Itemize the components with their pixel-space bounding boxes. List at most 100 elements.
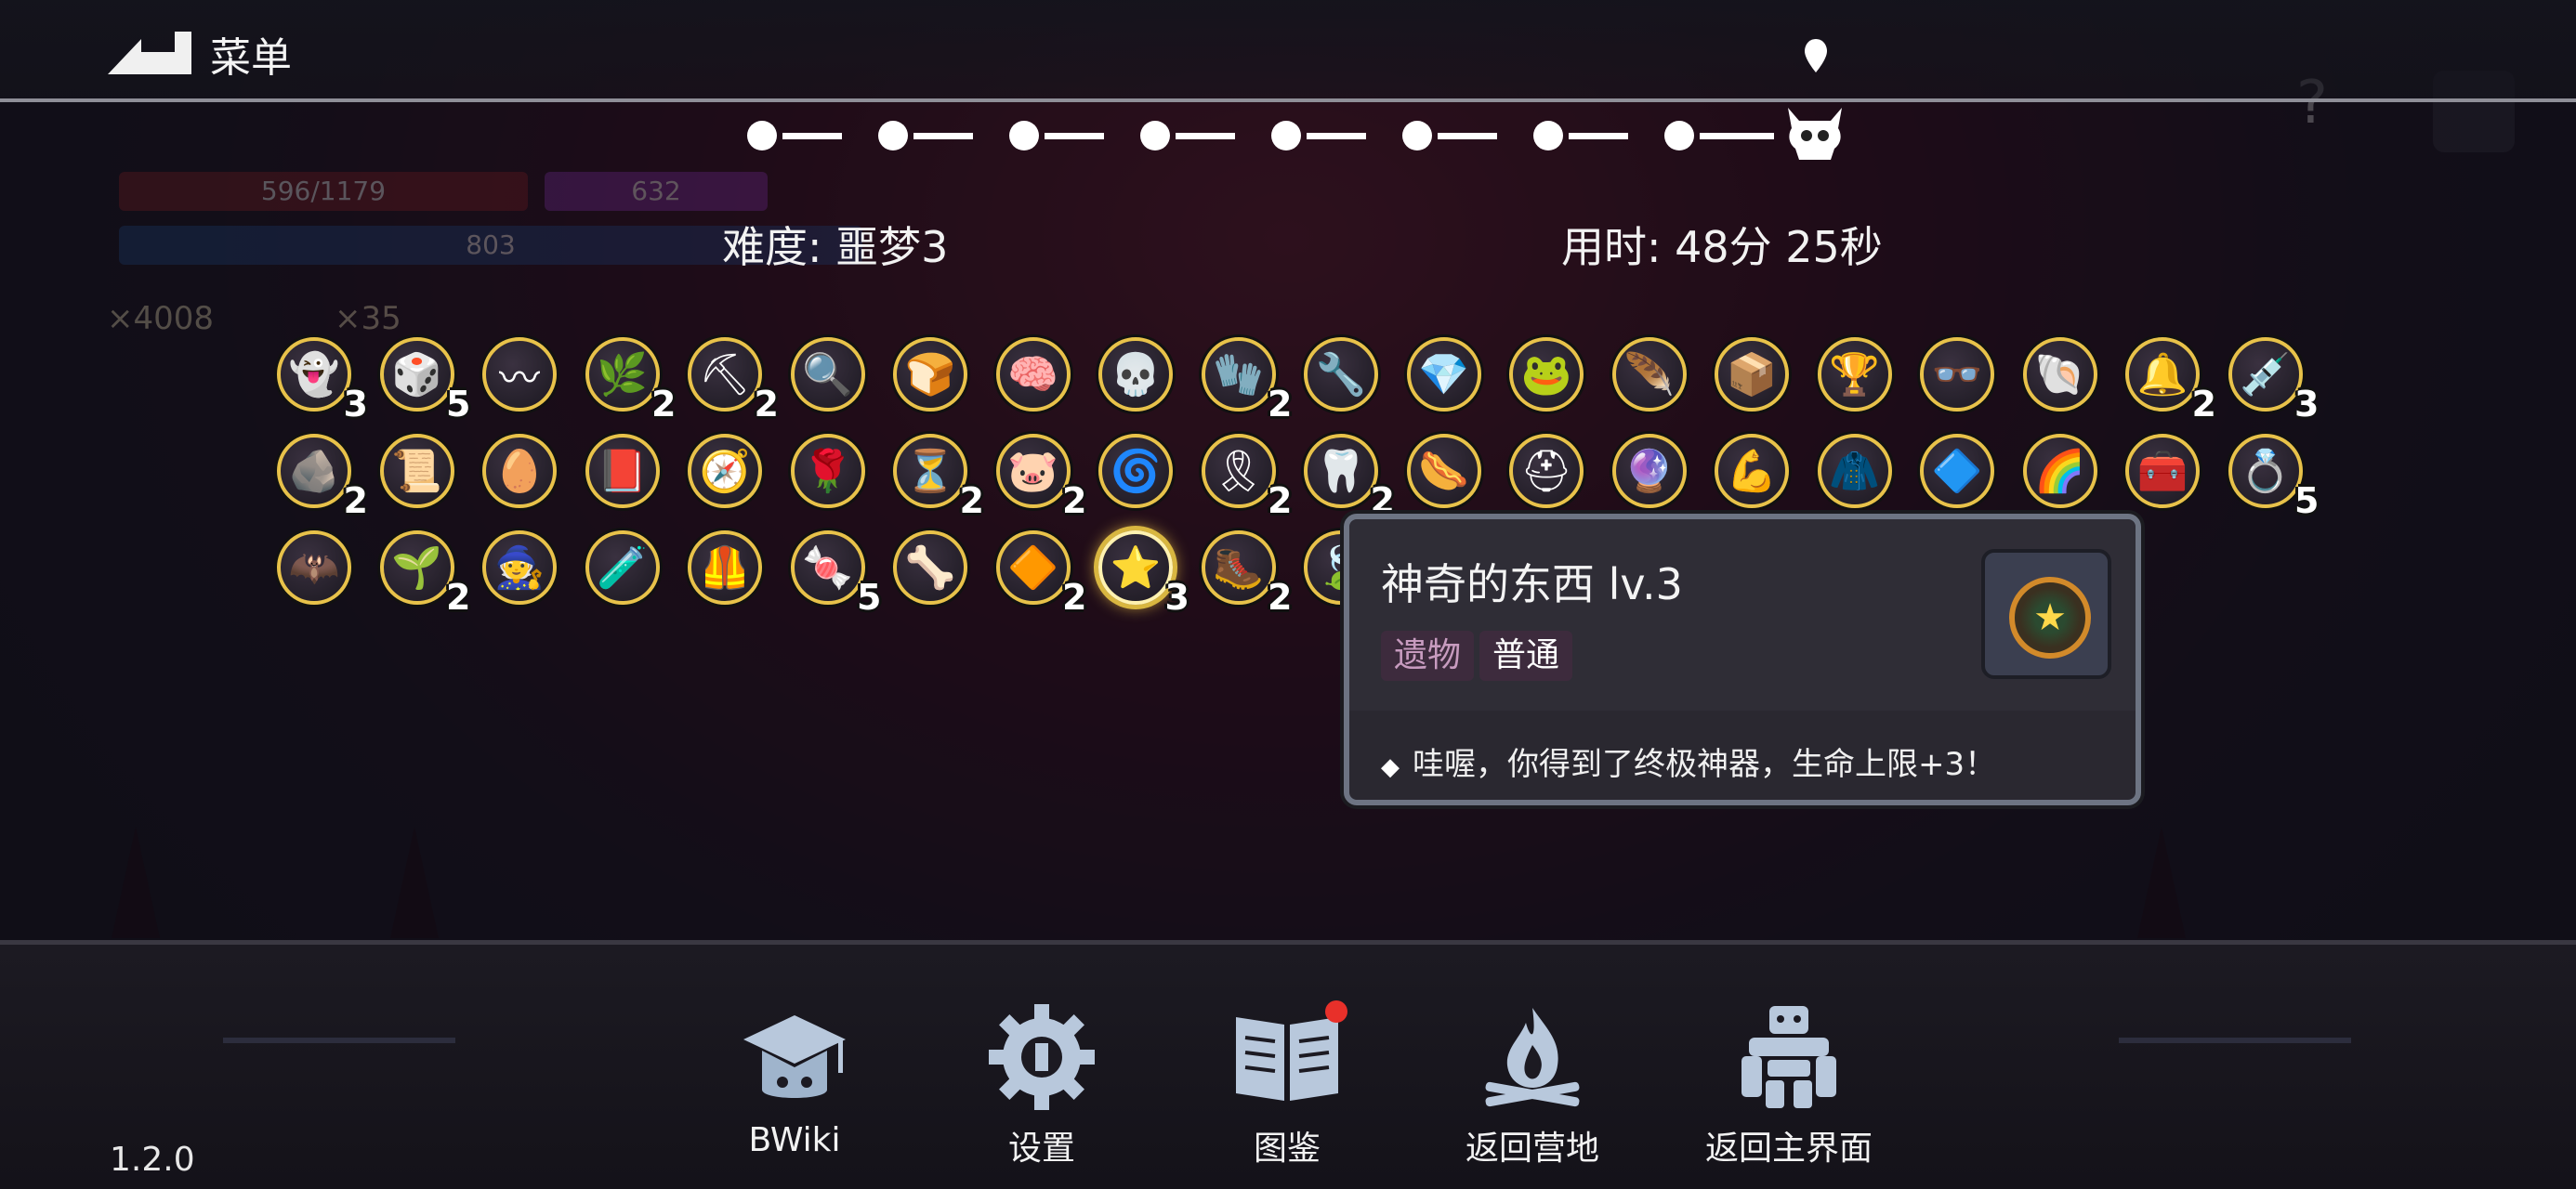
arm-icon: 💪 (1726, 448, 1778, 495)
relic-slot[interactable]: 🌿 2 (578, 330, 677, 425)
progress-segment (1700, 133, 1774, 139)
relic-slot[interactable]: 📦 (1707, 330, 1796, 419)
relic-slot[interactable]: 🪶 (1605, 330, 1694, 419)
rainbow-scarf-icon: 🌈 (2034, 448, 2085, 495)
relic-slot[interactable]: 🎲 5 (373, 330, 471, 425)
relic-slot[interactable]: 👻 3 (269, 330, 368, 425)
relic-slot[interactable]: 🧙 (475, 523, 564, 612)
return-camp-button[interactable]: 返回营地 (1444, 997, 1621, 1182)
relic-slot[interactable]: 🔔 2 (2118, 330, 2216, 425)
potion-icon: 🧪 (597, 544, 648, 592)
relic-slot[interactable]: 🔍 (783, 330, 873, 419)
relic-slot[interactable]: 🎗 2 (1194, 426, 1293, 521)
relic-count: 2 (446, 577, 471, 618)
relic-slot[interactable]: 🐷 2 (989, 426, 1087, 521)
progress-segment (1045, 133, 1104, 139)
swirl-icon: 🌀 (1110, 448, 1162, 495)
wrench-icon: 🔧 (1315, 351, 1367, 399)
magnifier-icon: 🔍 (802, 351, 853, 399)
relic-slot[interactable]: 🌹 (783, 426, 873, 516)
location-pin-icon (1805, 39, 1827, 72)
compass-icon: 🧭 (699, 448, 751, 495)
relic-count: 2 (343, 480, 368, 521)
relic-slot[interactable]: 🔧 (1296, 330, 1386, 419)
settings-button[interactable]: 设置 (953, 997, 1130, 1182)
top-bar: 菜单 (0, 0, 2576, 102)
relic-slot[interactable]: 👓 (1912, 330, 2002, 419)
relic-slot[interactable]: 🏆 (1810, 330, 1899, 419)
decorative-ornament (2119, 1038, 2351, 1075)
relic-count: 5 (2294, 480, 2320, 521)
relic-slot[interactable]: 🌱 2 (373, 523, 471, 618)
relic-slot[interactable]: 🌈 (2016, 426, 2105, 516)
progress-segment (782, 133, 842, 139)
settings-label: 设置 (1007, 1130, 1075, 1168)
progress-node (1402, 121, 1432, 150)
relic-slot[interactable]: 🧥 (1810, 426, 1899, 516)
bullet-icon: ◆ (1381, 753, 1400, 781)
return-main-button[interactable]: 返回主界面 (1691, 997, 1886, 1182)
relic-slot[interactable]: 🧪 (578, 523, 667, 612)
relic-slot[interactable]: 🔮 (1605, 426, 1694, 516)
shell-icon: 🐚 (2034, 351, 2085, 399)
progress-segment (1438, 133, 1497, 139)
tooltip-item-icon-frame: ★ (1981, 549, 2111, 679)
glasses-icon: 👓 (1931, 351, 1983, 399)
relic-slot[interactable]: 💪 (1707, 426, 1796, 516)
relic-slot[interactable]: 🪨 2 (269, 426, 368, 521)
relic-slot[interactable]: 🧤 2 (1194, 330, 1293, 425)
spellbook-icon: 📕 (597, 448, 648, 495)
difficulty-label: 难度: 噩梦3 (722, 222, 949, 272)
goblet-icon: 🏆 (1829, 351, 1880, 399)
progress-node (1533, 121, 1563, 150)
bread-icon: 🍞 (904, 351, 956, 399)
relic-slot[interactable]: 🦷 2 (1296, 426, 1395, 521)
relic-slot[interactable]: 🥚 (475, 426, 564, 516)
relic-slot[interactable]: 💎 (1400, 330, 1489, 419)
relic-slot[interactable]: ⛑ (1502, 426, 1591, 516)
relic-count: 2 (1062, 480, 1087, 521)
relic-slot[interactable]: 🔷 (1912, 426, 2002, 516)
codex-button[interactable]: 图鉴 (1199, 997, 1375, 1182)
relic-slot[interactable]: 💀 (1091, 330, 1180, 419)
progress-node (878, 121, 908, 150)
armor-icon: 🦺 (699, 544, 751, 592)
gem-icon: 💎 (1418, 351, 1469, 399)
relic-slot[interactable]: 📕 (578, 426, 667, 516)
egg-icon: 🥚 (493, 448, 545, 495)
relic-slot[interactable]: 💍 5 (2221, 426, 2320, 521)
relic-count: 2 (1268, 384, 1293, 425)
relic-slot[interactable]: 🍬 5 (783, 523, 882, 618)
bwiki-button[interactable]: BWiki (706, 997, 883, 1182)
tooltip-type-tag: 遗物 (1381, 631, 1475, 681)
progress-node (1009, 121, 1039, 150)
relic-slot[interactable]: 🦇 (269, 523, 359, 612)
back-button[interactable] (102, 26, 195, 76)
relic-slot[interactable]: 🧰 (2118, 426, 2207, 516)
relic-slot[interactable]: 📜 (373, 426, 462, 516)
relic-slot[interactable]: 🐚 (2016, 330, 2105, 419)
relic-slot[interactable]: 🦴 (886, 523, 975, 612)
bracelet-icon: 〰 (499, 355, 540, 402)
background-spike (2137, 827, 2186, 938)
relic-slot[interactable]: 🦺 (680, 523, 769, 612)
relic-slot[interactable]: 〰 (475, 330, 564, 419)
relic-slot[interactable]: 🧭 (680, 426, 769, 516)
relic-slot[interactable]: 🌭 (1400, 426, 1489, 516)
relic-slot[interactable]: ⭐ 3 (1091, 523, 1189, 618)
relic-slot[interactable]: 🌀 (1091, 426, 1180, 516)
relic-slot[interactable]: ⏳ 2 (886, 426, 984, 521)
relic-count: 2 (754, 384, 779, 425)
relic-slot[interactable]: 🍞 (886, 330, 975, 419)
relic-count: 5 (857, 577, 882, 618)
progress-node (1140, 121, 1170, 150)
relic-slot[interactable]: 🔶 2 (989, 523, 1087, 618)
relic-slot[interactable]: 🧠 (989, 330, 1078, 419)
progress-node (747, 121, 777, 150)
relic-slot[interactable]: 🐸 (1502, 330, 1591, 419)
bwiki-label: BWiki (748, 1121, 841, 1159)
relic-slot[interactable]: 💉 3 (2221, 330, 2320, 425)
relic-slot[interactable]: ⛏ 2 (680, 330, 779, 425)
relic-slot[interactable]: 🥾 2 (1194, 523, 1293, 618)
cloak-icon: 🧥 (1829, 448, 1880, 495)
